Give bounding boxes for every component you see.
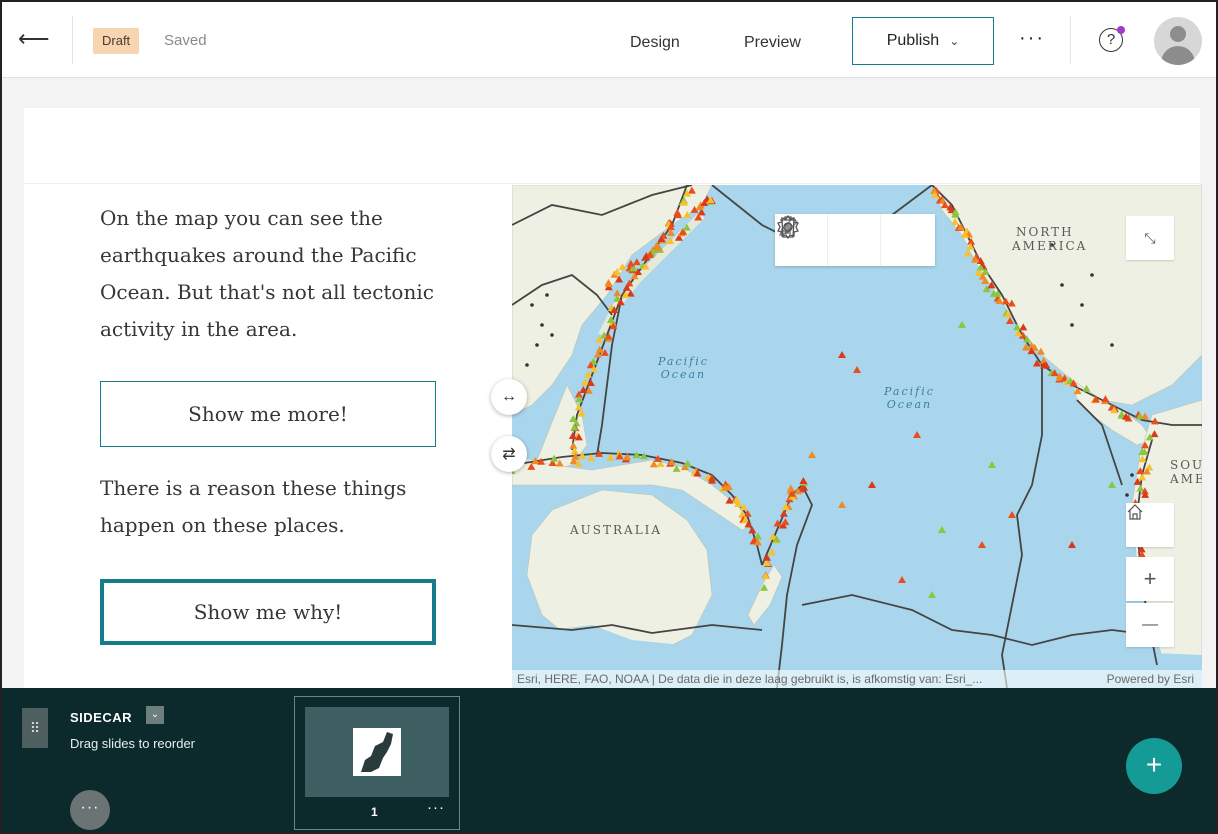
show-why-button[interactable]: Show me why! — [100, 579, 436, 645]
earthquake-marker — [958, 321, 966, 328]
earthquake-marker — [928, 591, 936, 598]
earthquake-marker — [938, 526, 946, 533]
earthquake-marker — [838, 351, 846, 358]
map-view[interactable]: NORTH AMERICA AUSTRALIA SOUT AMER Pacifi… — [512, 185, 1202, 688]
map-label-line: NORTH — [1016, 225, 1074, 239]
earthquake-marker — [606, 453, 615, 461]
tab-preview[interactable]: Preview — [744, 34, 801, 52]
earthquake-marker — [913, 431, 921, 438]
volcano-marker — [545, 293, 549, 297]
earthquake-marker — [786, 484, 795, 492]
volcano-marker — [1130, 473, 1134, 477]
story-canvas: On the map you can see the earthquakes a… — [24, 108, 1202, 688]
earthquake-marker — [988, 461, 996, 468]
ocean-label-west: Pacific Ocean — [658, 355, 709, 381]
map-thumbnail-icon — [353, 728, 401, 776]
narrative-paragraph: There is a reason these things happen on… — [100, 476, 407, 537]
narrative-panel: On the map you can see the earthquakes a… — [24, 185, 512, 688]
ocean-label-line: Pacific — [884, 385, 935, 398]
earthquake-marker — [838, 501, 846, 508]
dock-more-button[interactable]: ··· — [70, 790, 110, 830]
map-label-australia: AUSTRALIA — [570, 523, 663, 537]
avatar-body — [1161, 46, 1195, 65]
earthquake-marker — [1008, 511, 1016, 518]
resize-handle[interactable]: ↔ — [491, 379, 527, 415]
earthquake-marker — [1140, 412, 1149, 420]
back-arrow-icon[interactable]: ⟵ — [18, 24, 50, 54]
narrative-paragraph: On the map you can see the earthquakes a… — [100, 206, 434, 341]
map-label-line: AMER — [1170, 472, 1202, 486]
volcano-marker — [1060, 283, 1064, 287]
expand-icon[interactable]: ⤡ — [1126, 216, 1174, 260]
earthquake-marker — [586, 378, 595, 386]
sidecar-dock: ⠿ SIDECAR ⌄ Drag slides to reorder ··· 1… — [2, 688, 1216, 832]
earthquake-marker — [853, 366, 861, 373]
earthquake-marker — [632, 258, 641, 266]
chevron-down-icon[interactable]: ⌄ — [146, 706, 164, 724]
show-more-button[interactable]: Show me more! — [100, 381, 436, 447]
ocean-label-center: Pacific Ocean — [884, 385, 935, 411]
zoom-out-button[interactable]: — — [1126, 603, 1174, 647]
volcano-marker — [1070, 323, 1074, 327]
slide-thumbnail[interactable]: 1 ··· — [294, 696, 460, 830]
slide-options-button[interactable]: ··· — [427, 799, 445, 816]
tab-design[interactable]: Design — [630, 34, 680, 52]
status-badge: Draft — [93, 28, 140, 54]
earthquake-marker — [799, 476, 808, 484]
swap-panels-handle[interactable]: ⇄ — [491, 436, 527, 472]
add-slide-button[interactable]: + — [1126, 738, 1182, 794]
saved-status: Saved — [164, 32, 207, 49]
ocean-label-line: Pacific — [658, 355, 709, 368]
volcano-marker — [525, 363, 529, 367]
divider — [1070, 16, 1071, 64]
more-options-button[interactable]: ··· — [1014, 24, 1050, 54]
volcano-marker — [1125, 493, 1129, 497]
earthquake-marker — [1068, 541, 1076, 548]
app-window: ⟵ Draft Saved Design Preview Publish ⌄ ·… — [0, 0, 1218, 834]
sidecar-title: SIDECAR — [70, 710, 133, 725]
avatar-head — [1170, 26, 1186, 42]
volcano-marker — [540, 323, 544, 327]
map-attribution: Esri, HERE, FAO, NOAA | De data die in d… — [512, 670, 1202, 688]
slide-number: 1 — [371, 805, 378, 819]
chevron-down-icon: ⌄ — [949, 34, 960, 48]
earthquake-marker — [808, 451, 816, 458]
map-edit-toolbar — [775, 214, 935, 266]
ocean-label-line: Ocean — [886, 398, 933, 411]
volcano-marker — [1080, 303, 1084, 307]
earthquake-marker — [868, 481, 876, 488]
ocean-label-line: Ocean — [660, 368, 707, 381]
attribution-text: Esri, HERE, FAO, NOAA | De data die in d… — [517, 672, 983, 686]
card-header — [24, 108, 1200, 184]
avatar[interactable] — [1154, 17, 1202, 65]
map-label-south-america: SOUT AMER — [1170, 458, 1202, 486]
notification-dot — [1117, 26, 1125, 34]
volcano-marker — [1110, 343, 1114, 347]
gear-icon[interactable] — [777, 214, 881, 266]
volcano-marker — [530, 303, 534, 307]
volcano-marker — [1090, 273, 1094, 277]
trash-icon[interactable] — [780, 214, 934, 266]
top-bar: ⟵ Draft Saved Design Preview Publish ⌄ ·… — [2, 2, 1216, 78]
earthquake-marker — [898, 576, 906, 583]
earthquake-marker — [748, 526, 757, 534]
map-label-north-america: NORTH AMERICA — [1012, 225, 1087, 253]
zoom-in-button[interactable]: + — [1126, 557, 1174, 601]
volcano-marker — [550, 333, 554, 337]
earthquake-marker — [1108, 481, 1116, 488]
publish-button[interactable]: Publish ⌄ — [852, 17, 994, 65]
powered-by-esri[interactable]: Powered by Esri — [1107, 670, 1194, 688]
drag-handle-icon[interactable]: ⠿ — [22, 708, 48, 748]
sidecar-subtitle: Drag slides to reorder — [70, 736, 195, 751]
home-icon[interactable] — [1126, 503, 1174, 547]
volcano-marker — [535, 343, 539, 347]
earthquake-marker — [978, 541, 986, 548]
slide-preview — [305, 707, 449, 797]
divider — [72, 16, 73, 64]
map-label-line: SOUT — [1170, 458, 1202, 472]
map-label-line: AMERICA — [1012, 239, 1088, 253]
publish-button-label: Publish — [886, 32, 940, 49]
earthquake-marker — [779, 509, 788, 517]
